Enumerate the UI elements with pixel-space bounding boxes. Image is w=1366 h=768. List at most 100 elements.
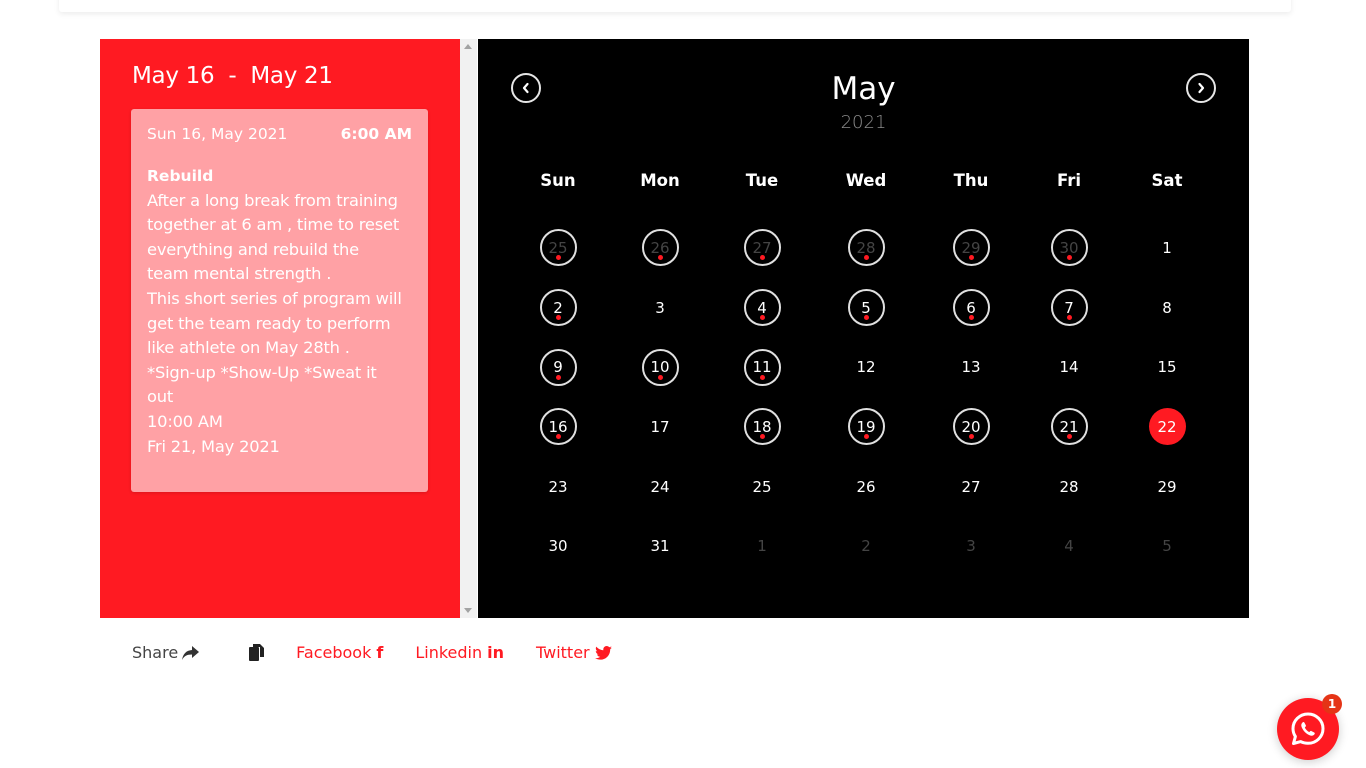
calendar-day-cell[interactable]: 25 <box>508 218 608 278</box>
calendar-day-cell[interactable]: 25 <box>712 457 812 517</box>
calendar-day-cell[interactable]: 16 <box>508 397 608 457</box>
facebook-share-link[interactable]: Facebook f <box>296 643 383 662</box>
calendar-day-cell[interactable]: 2 <box>508 278 608 338</box>
calendar-day-cell[interactable]: 27 <box>712 218 812 278</box>
calendar-day-number: 20 <box>952 408 990 446</box>
event-description-line: *Sign-up *Show-Up *Sweat it <box>147 362 377 382</box>
copy-link-button[interactable] <box>249 644 265 661</box>
calendar-day-number: 3 <box>966 537 976 556</box>
calendar-day-number: 7 <box>1050 289 1088 327</box>
calendar-day-cell[interactable]: 6 <box>920 278 1022 338</box>
calendar-day-cell[interactable]: 20 <box>920 397 1022 457</box>
scroll-down-arrow-icon[interactable] <box>464 608 472 613</box>
twitter-icon <box>594 645 612 660</box>
calendar-day-cell[interactable]: 2 <box>812 516 920 576</box>
event-indicator-dot <box>759 255 765 261</box>
calendar-day-cell[interactable]: 1 <box>1116 218 1218 278</box>
calendar-day-number: 3 <box>655 298 665 317</box>
calendar-day-number: 25 <box>539 229 577 267</box>
date-range-title: May 16 - May 21 <box>132 63 333 89</box>
scroll-up-arrow-icon[interactable] <box>464 44 472 49</box>
event-end-time: 10:00 AM <box>147 411 223 431</box>
twitter-label: Twitter <box>535 643 590 662</box>
calendar-day-cell[interactable]: 5 <box>1116 516 1218 576</box>
calendar-day-number: 14 <box>1059 358 1079 377</box>
event-indicator-dot <box>1066 434 1072 440</box>
calendar-day-cell[interactable]: 10 <box>608 337 712 397</box>
weekday-label: Thu <box>953 171 989 190</box>
event-description-line: everything and rebuild the <box>147 239 359 259</box>
calendar-day-number: 17 <box>650 417 670 436</box>
calendar-day-number: 6 <box>952 289 990 327</box>
calendar-day-cell[interactable]: 3 <box>920 516 1022 576</box>
notification-badge: 1 <box>1322 694 1342 714</box>
calendar-day-cell[interactable]: 29 <box>920 218 1022 278</box>
calendar-day-cell[interactable]: 1 <box>712 516 812 576</box>
calendar-day-cell[interactable]: 27 <box>920 457 1022 517</box>
calendar-day-cell[interactable]: 23 <box>508 457 608 517</box>
calendar-day-cell[interactable]: 11 <box>712 337 812 397</box>
calendar-day-cell[interactable]: 22 <box>1116 397 1218 457</box>
calendar-day-cell[interactable]: 8 <box>1116 278 1218 338</box>
share-bar: Share Facebook f Linkedin in Twitter <box>132 643 644 662</box>
weekday-label: Wed <box>845 171 887 190</box>
event-panel-scrollbar[interactable] <box>460 39 477 618</box>
calendar-day-cell[interactable]: 4 <box>712 278 812 338</box>
calendar-day-cell[interactable]: 30 <box>1022 218 1116 278</box>
calendar-day-cell[interactable]: 28 <box>812 218 920 278</box>
calendar-day-number: 5 <box>1162 537 1172 556</box>
calendar-day-number: 10 <box>641 348 679 386</box>
weekday-label: Sat <box>1151 171 1183 190</box>
weekday-label: Sun <box>540 171 576 190</box>
calendar-day-cell[interactable]: 3 <box>608 278 712 338</box>
event-title: Rebuild <box>147 167 214 185</box>
event-description-line: like athlete on May 28th . <box>147 338 350 358</box>
calendar-day-cell[interactable]: 17 <box>608 397 712 457</box>
chevron-right-icon <box>1198 82 1205 94</box>
event-description: After a long break from training togethe… <box>147 189 412 460</box>
event-indicator-dot <box>863 255 869 261</box>
calendar: May 2021 Sun Mon Tue Wed Thu Fri Sat 25 2… <box>478 39 1249 618</box>
calendar-day-cell[interactable]: 18 <box>712 397 812 457</box>
calendar-day-cell[interactable]: 19 <box>812 397 920 457</box>
event-indicator-dot <box>1066 315 1072 321</box>
event-card[interactable]: Sun 16, May 2021 6:00 AM Rebuild After a… <box>131 109 428 492</box>
calendar-day-number: 13 <box>961 358 981 377</box>
calendar-day-cell[interactable]: 26 <box>812 457 920 517</box>
calendar-week-row: 25 26 27 28 29 30 1 <box>508 218 1248 278</box>
calendar-day-cell[interactable]: 9 <box>508 337 608 397</box>
calendar-day-cell[interactable]: 12 <box>812 337 920 397</box>
calendar-day-cell[interactable]: 24 <box>608 457 712 517</box>
event-indicator-dot <box>968 315 974 321</box>
calendar-day-number: 19 <box>847 408 885 446</box>
calendar-day-cell[interactable]: 13 <box>920 337 1022 397</box>
event-indicator-dot <box>555 374 561 380</box>
linkedin-share-link[interactable]: Linkedin in <box>415 643 504 662</box>
event-description-line: together at 6 am , time to reset <box>147 215 400 235</box>
event-description-line: get the team ready to perform <box>147 313 391 333</box>
calendar-day-number: 4 <box>1064 537 1074 556</box>
calendar-day-cell[interactable]: 29 <box>1116 457 1218 517</box>
calendar-day-cell[interactable]: 28 <box>1022 457 1116 517</box>
calendar-day-cell[interactable]: 5 <box>812 278 920 338</box>
event-description-line: out <box>147 387 174 407</box>
twitter-share-link[interactable]: Twitter <box>536 643 612 662</box>
event-end-date: Fri 21, May 2021 <box>147 436 280 456</box>
calendar-day-cell[interactable]: 26 <box>608 218 712 278</box>
year: 2021 <box>840 112 887 133</box>
calendar-day-number: 27 <box>961 477 981 496</box>
calendar-day-cell[interactable]: 7 <box>1022 278 1116 338</box>
calendar-day-cell[interactable]: 14 <box>1022 337 1116 397</box>
event-panel: May 16 - May 21 Sun 16, May 2021 6:00 AM… <box>100 39 460 618</box>
event-indicator-dot <box>968 434 974 440</box>
calendar-day-number: 5 <box>847 289 885 327</box>
calendar-day-cell[interactable]: 30 <box>508 516 608 576</box>
calendar-day-cell[interactable]: 15 <box>1116 337 1218 397</box>
next-month-button[interactable] <box>1186 73 1216 103</box>
calendar-day-cell[interactable]: 21 <box>1022 397 1116 457</box>
calendar-day-cell[interactable]: 4 <box>1022 516 1116 576</box>
calendar-day-number: 29 <box>952 229 990 267</box>
calendar-day-number: 30 <box>1050 229 1088 267</box>
calendar-day-cell[interactable]: 31 <box>608 516 712 576</box>
whatsapp-icon <box>1291 712 1325 745</box>
